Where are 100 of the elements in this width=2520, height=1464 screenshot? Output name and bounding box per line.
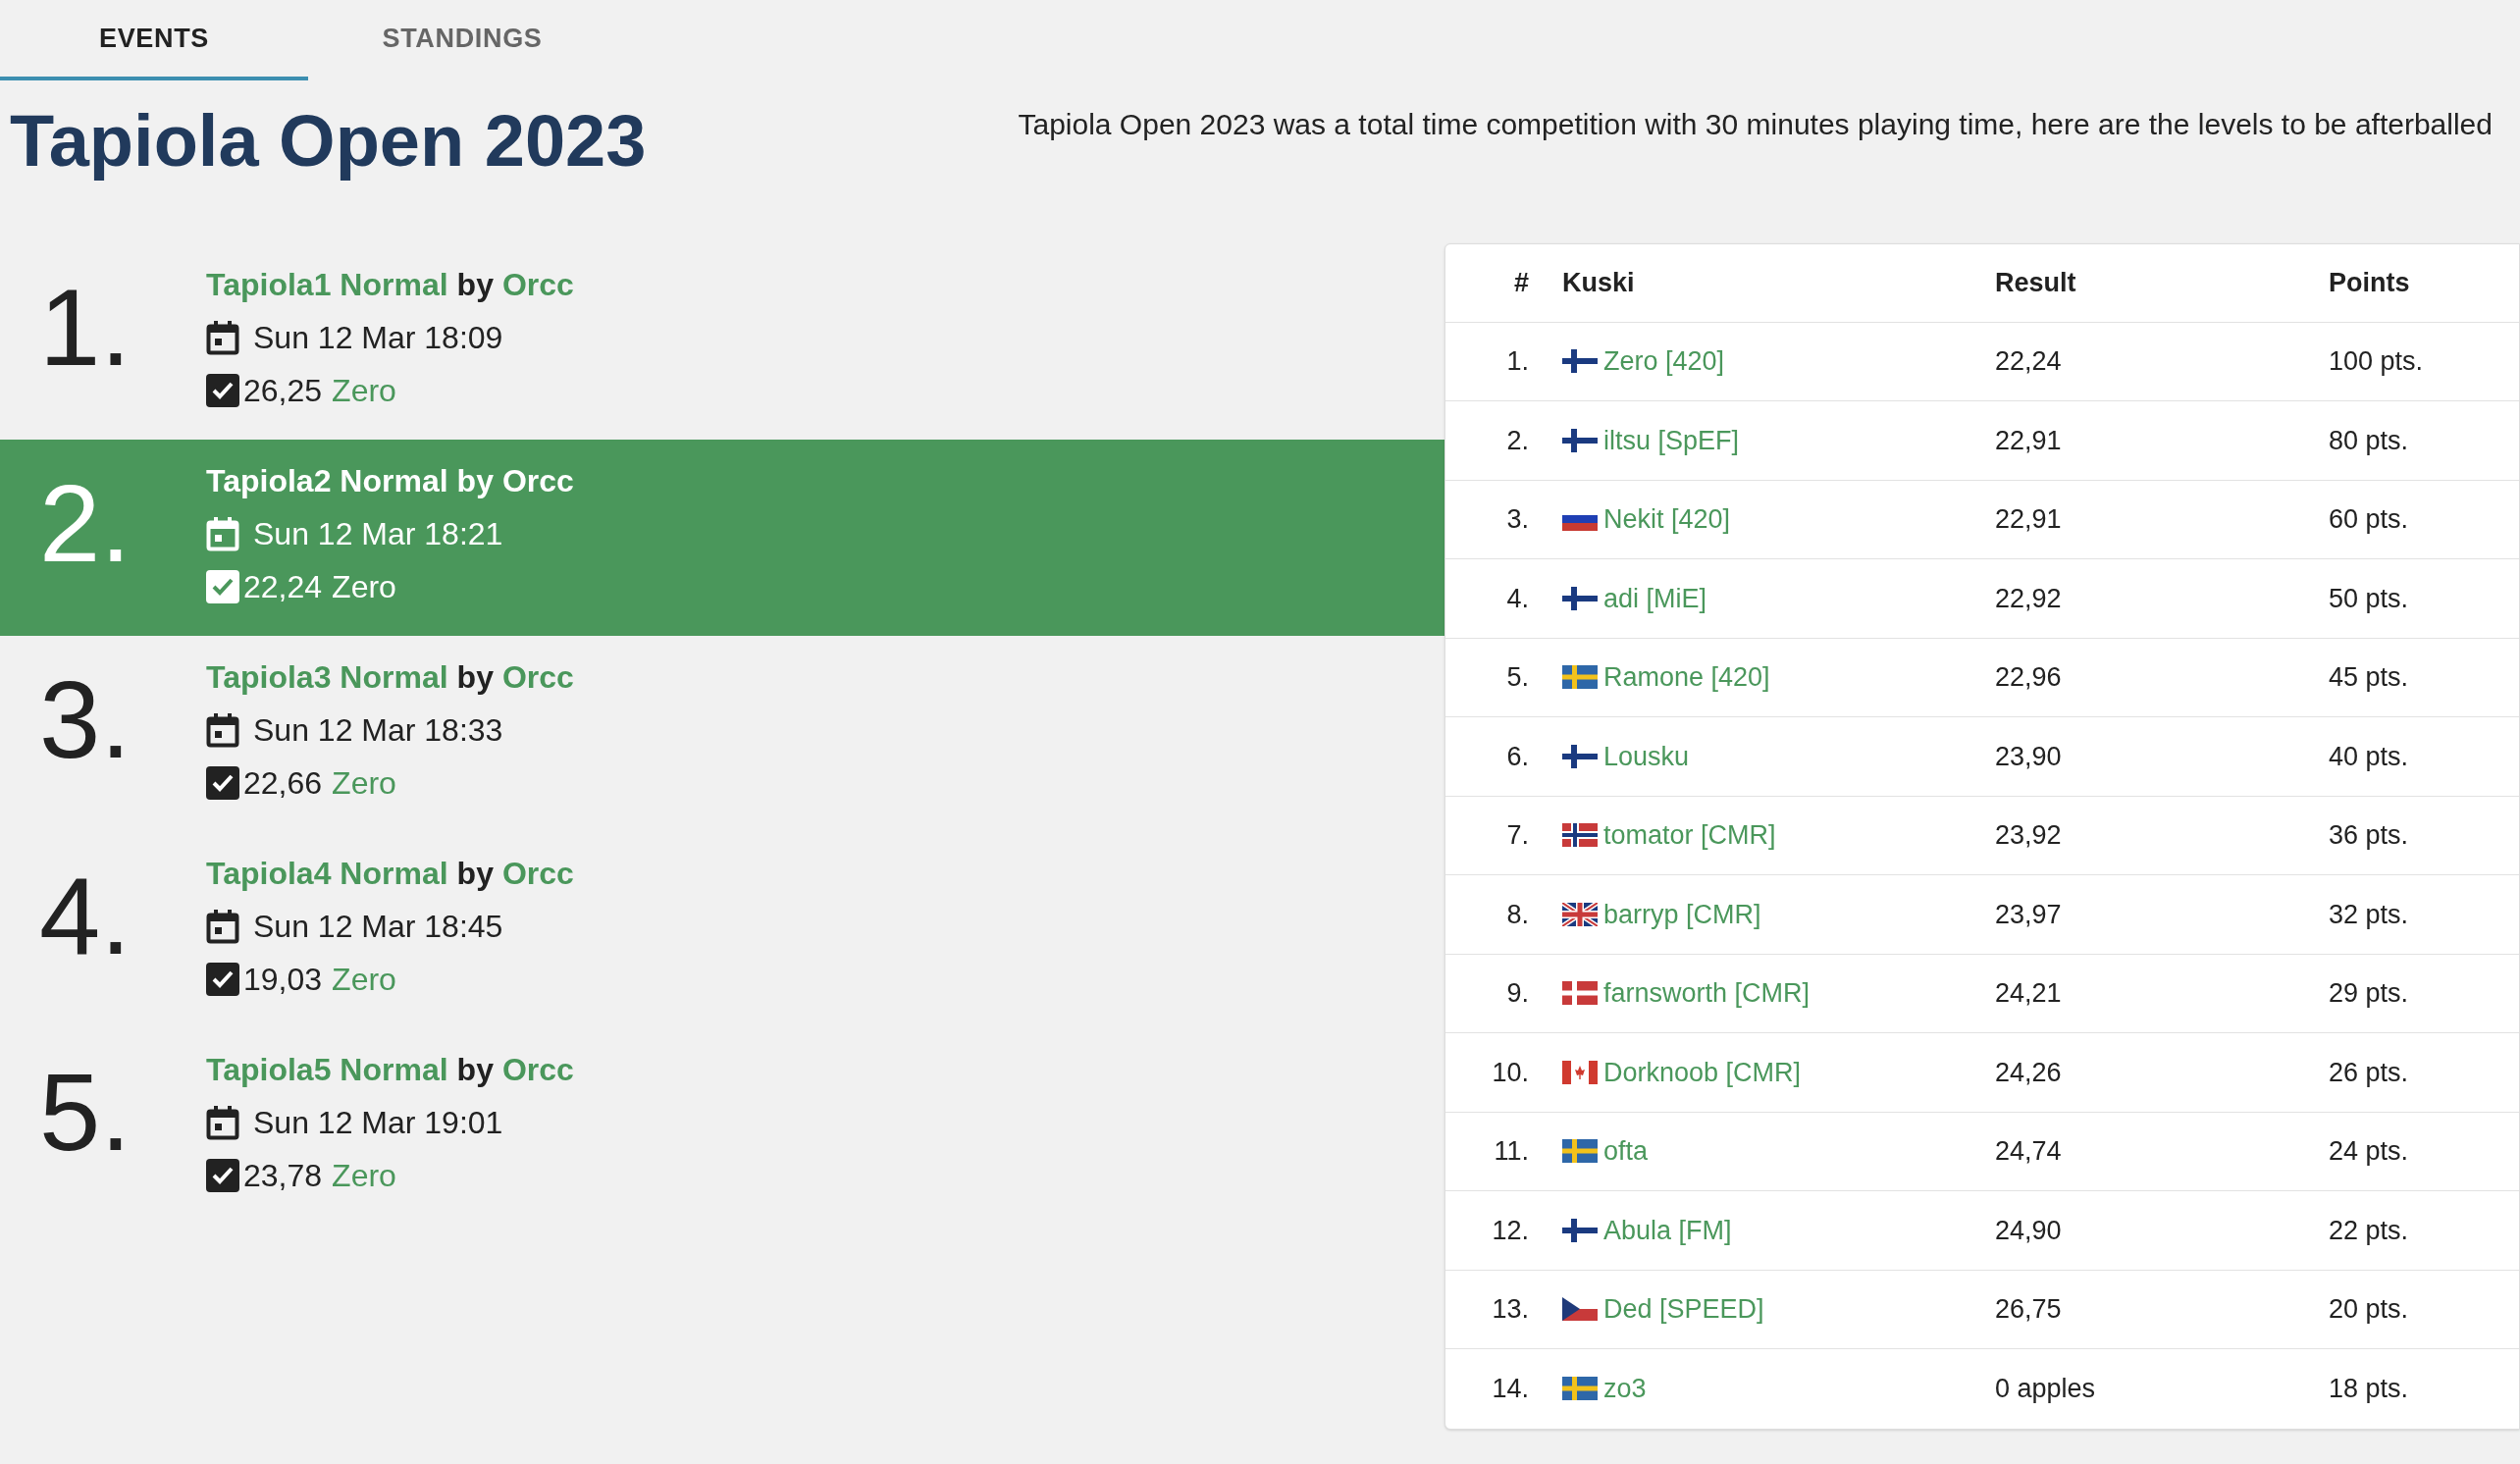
result-cell-text: 22,91 — [1995, 424, 2063, 457]
event-item[interactable]: 5. Tapiola5 Normal by Orcc Sun 12 Mar 19:01 23,78 Zero — [0, 1027, 1444, 1225]
event-number: 4. — [38, 853, 132, 971]
flag-icon — [1562, 349, 1598, 374]
checkbox-checked-icon — [206, 765, 239, 800]
kuski-link[interactable]: adi [MiE] — [1603, 578, 1707, 618]
flag-icon — [1562, 1218, 1598, 1242]
rank-cell-text: 3. — [1505, 503, 1530, 536]
result-cell-text: 23,90 — [1995, 740, 2063, 773]
by-label: by — [456, 461, 494, 500]
result-cell-text: 22,24 — [1995, 345, 2063, 378]
author-link[interactable]: Orcc — [501, 260, 574, 308]
author-link[interactable]: Orcc — [501, 653, 574, 701]
rank-cell-text: 14. — [1491, 1373, 1530, 1405]
event-number: 3. — [38, 656, 132, 775]
event-item[interactable]: 3. Tapiola3 Normal by Orcc Sun 12 Mar 18:33 22,66 Zero — [0, 635, 1444, 832]
flag-icon — [1562, 981, 1598, 1006]
level-link[interactable]: Tapiola3 Normal — [206, 653, 448, 701]
rank-cell-text: 9. — [1505, 977, 1530, 1010]
points-cell-text: 24 pts. — [2329, 1135, 2410, 1168]
result-cell-text: 24,26 — [1995, 1056, 2063, 1089]
event-date: Sun 12 Mar 18:09 — [253, 318, 503, 357]
best-time: 26,25 — [243, 371, 323, 410]
points-cell-text: 29 pts. — [2329, 977, 2410, 1010]
points-cell-text: 60 pts. — [2329, 503, 2410, 536]
points-cell-text: 50 pts. — [2329, 582, 2410, 615]
flag-icon — [1562, 665, 1598, 690]
result-cell-text: 23,92 — [1995, 819, 2063, 852]
tab[interactable]: EVENTS — [0, 0, 308, 80]
author-link[interactable]: Orcc — [501, 456, 574, 504]
flag-icon — [1562, 823, 1598, 848]
result-cell-text: 22,96 — [1995, 661, 2063, 694]
points-cell-text: 45 pts. — [2329, 661, 2410, 694]
calendar-icon — [206, 1104, 239, 1140]
event-number: 1. — [38, 264, 132, 383]
author-link[interactable]: Orcc — [501, 1045, 574, 1093]
kuski-link[interactable]: barryp [CMR] — [1603, 894, 1761, 934]
by-label: by — [456, 854, 494, 893]
points-cell-text: 40 pts. — [2329, 740, 2410, 773]
rank-cell-text: 7. — [1505, 819, 1530, 852]
kuski-link[interactable]: Dorknoob [CMR] — [1603, 1052, 1802, 1092]
kuski-link[interactable]: ofta — [1603, 1131, 1649, 1172]
event-date: Sun 12 Mar 18:33 — [253, 710, 503, 750]
winner-link[interactable]: Zero — [332, 955, 396, 1003]
kuski-link[interactable]: Ded [SPEED] — [1603, 1289, 1764, 1330]
kuski-link[interactable]: tomator [CMR] — [1603, 815, 1776, 856]
rank-cell-text: 12. — [1491, 1214, 1530, 1247]
winner-link[interactable]: Zero — [332, 366, 396, 414]
points-cell-text: 22 pts. — [2329, 1214, 2410, 1247]
rank-cell-text: 2. — [1505, 424, 1530, 457]
best-time: 22,24 — [243, 567, 323, 606]
kuski-link[interactable]: Lousku — [1603, 736, 1690, 776]
tab[interactable]: STANDINGS — [308, 0, 616, 80]
flag-icon — [1562, 902, 1598, 926]
rank-cell-text: 13. — [1491, 1293, 1530, 1326]
event-item[interactable]: 4. Tapiola4 Normal by Orcc Sun 12 Mar 18:45 19,03 Zero — [0, 831, 1444, 1028]
author-link[interactable]: Orcc — [501, 849, 574, 897]
rank-cell-text: 5. — [1505, 661, 1530, 694]
flag-icon — [1562, 428, 1598, 452]
description: Tapiola Open 2023 was a total time competition with 30 minutes playing time, here are the levels to be afterballed — [1018, 107, 2494, 142]
result-cell-text: 24,21 — [1995, 977, 2063, 1010]
event-item[interactable]: 2. Tapiola2 Normal by Orcc Sun 12 Mar 18:21 22,24 Zero — [0, 439, 1444, 636]
event-number: 5. — [38, 1049, 132, 1168]
best-time: 22,66 — [243, 763, 323, 803]
best-time: 19,03 — [243, 960, 323, 999]
level-link[interactable]: Tapiola5 Normal — [206, 1045, 448, 1093]
result-cell-text: 24,90 — [1995, 1214, 2063, 1247]
points-cell-text: 100 pts. — [2329, 345, 2425, 378]
flag-icon — [1562, 1060, 1598, 1084]
result-cell-text: 22,92 — [1995, 582, 2063, 615]
by-label: by — [456, 657, 494, 697]
rank-cell-text: 6. — [1505, 740, 1530, 773]
rank-cell-text: 8. — [1505, 898, 1530, 931]
by-label: by — [456, 265, 494, 304]
checkbox-checked-icon — [206, 1158, 239, 1192]
checkbox-checked-icon — [206, 962, 239, 996]
points-cell-text: 80 pts. — [2329, 424, 2410, 457]
winner-link[interactable]: Zero — [332, 1151, 396, 1199]
event-item[interactable]: 1. Tapiola1 Normal by Orcc Sun 12 Mar 18:09 26,25 Zero — [0, 242, 1444, 440]
rank-cell-text: 11. — [1493, 1135, 1530, 1168]
page-title: Tapiola Open 2023 — [9, 99, 647, 183]
kuski-link[interactable]: iltsu [SpEF] — [1603, 420, 1740, 460]
kuski-link[interactable]: Zero [420] — [1603, 341, 1725, 382]
calendar-icon — [206, 908, 239, 944]
kuski-link[interactable]: Nekit [420] — [1603, 499, 1731, 540]
kuski-link[interactable]: Abula [FM] — [1603, 1210, 1732, 1250]
flag-icon — [1562, 586, 1598, 610]
level-link[interactable]: Tapiola2 Normal — [206, 456, 448, 504]
kuski-link[interactable]: Ramone [420] — [1603, 657, 1770, 698]
event-date: Sun 12 Mar 18:21 — [253, 514, 503, 553]
kuski-link[interactable]: farnsworth [CMR] — [1603, 973, 1811, 1014]
column-header: # — [1512, 266, 1530, 299]
kuski-link[interactable]: zo3 — [1603, 1369, 1647, 1409]
points-cell-text: 20 pts. — [2329, 1293, 2410, 1326]
level-link[interactable]: Tapiola4 Normal — [206, 849, 448, 897]
flag-icon — [1562, 1139, 1598, 1164]
by-label: by — [456, 1050, 494, 1089]
level-link[interactable]: Tapiola1 Normal — [206, 260, 448, 308]
winner-link[interactable]: Zero — [332, 758, 396, 807]
winner-link[interactable]: Zero — [332, 562, 396, 610]
